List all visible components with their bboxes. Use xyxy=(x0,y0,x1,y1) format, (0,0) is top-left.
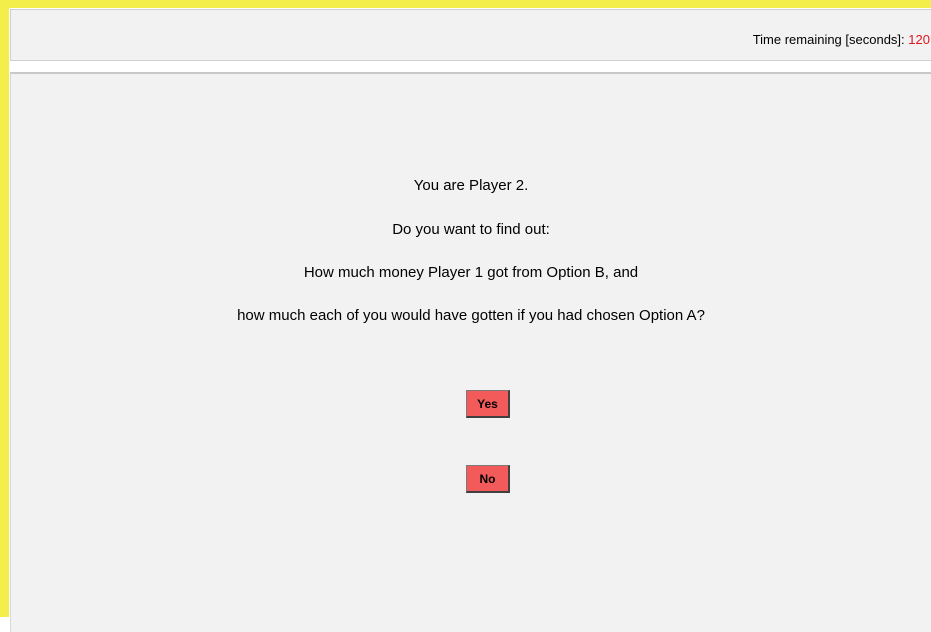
question-text: Do you want to find out: xyxy=(392,221,550,238)
option-a-info-text: how much each of you would have gotten i… xyxy=(237,307,705,324)
window-frame-top xyxy=(0,0,931,8)
timer-label: Time remaining [seconds]: xyxy=(752,32,905,47)
header-panel: Time remaining [seconds]: 120 xyxy=(10,9,931,61)
yes-button[interactable]: Yes xyxy=(466,390,510,418)
no-button[interactable]: No xyxy=(466,465,510,493)
experiment-screen: Time remaining [seconds]: 120 You are Pl… xyxy=(0,0,931,632)
timer-value: 120 xyxy=(908,32,930,47)
main-panel: You are Player 2. Do you want to find ou… xyxy=(10,72,931,632)
option-b-info-text: How much money Player 1 got from Option … xyxy=(303,264,639,281)
player-role-text: You are Player 2. xyxy=(413,177,529,194)
timer: Time remaining [seconds]: 120 xyxy=(753,32,930,47)
window-frame-left xyxy=(0,0,9,617)
